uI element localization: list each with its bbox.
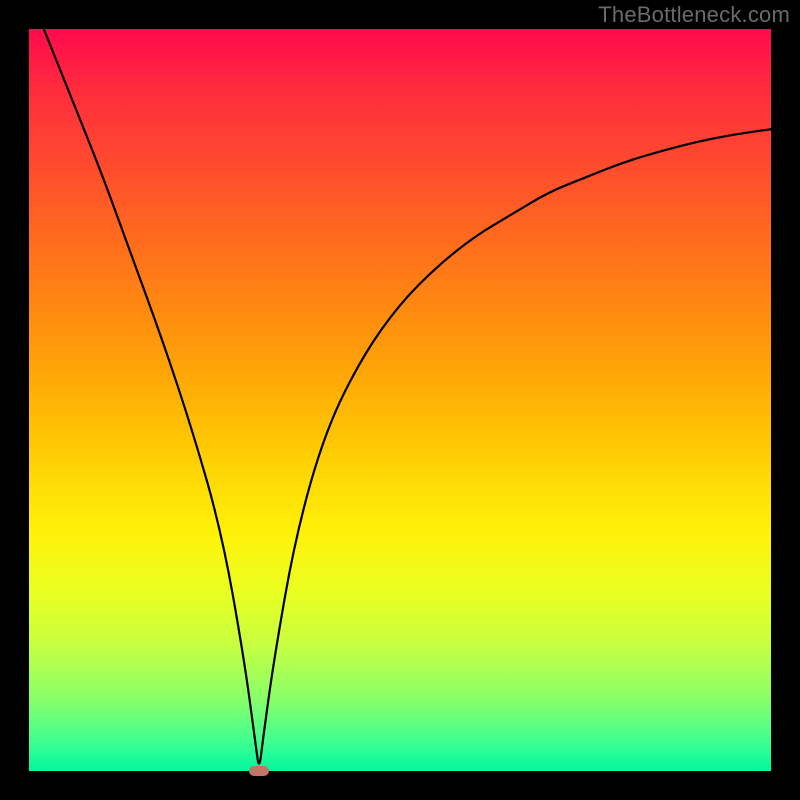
plot-area — [29, 29, 771, 771]
bottleneck-curve — [29, 29, 771, 771]
minimum-marker — [249, 766, 269, 776]
watermark-text: TheBottleneck.com — [598, 2, 790, 28]
chart-frame: TheBottleneck.com — [0, 0, 800, 800]
